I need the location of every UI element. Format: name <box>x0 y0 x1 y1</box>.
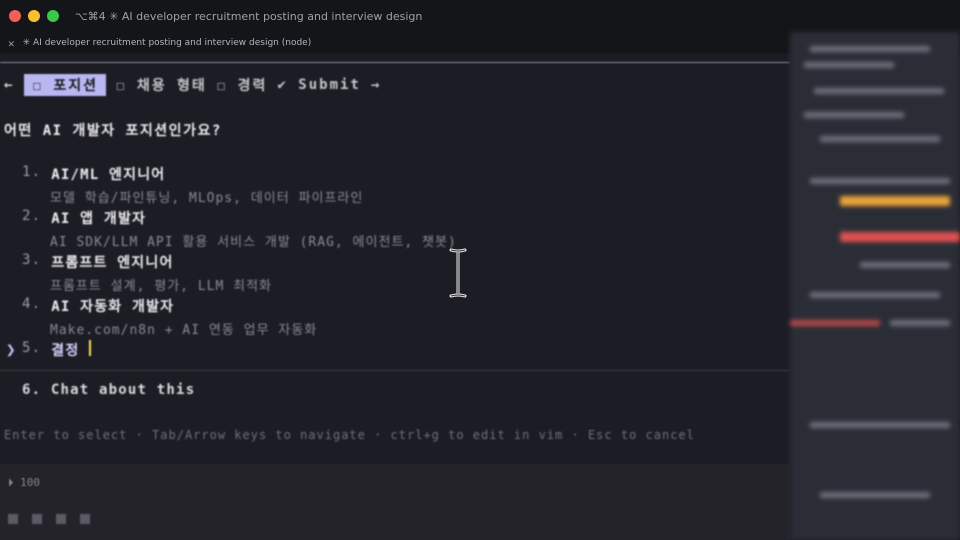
option-number: 1. <box>22 164 42 180</box>
option-prompt-engineer[interactable]: 3. 프롬프트 엔지니어 프롬프트 설계, 평가, LLM 최적화 <box>22 252 457 296</box>
option-description: Make.com/n8n + AI 연동 업무 자동화 <box>50 323 318 338</box>
option-number: 4. <box>22 296 42 312</box>
tab-label: 채용 형태 <box>136 78 207 94</box>
app-icon[interactable] <box>32 514 42 524</box>
option-ml-engineer[interactable]: 1. AI/ML 엔지니어 모델 학습/파인튜닝, MLOps, 데이터 파이프… <box>22 164 457 208</box>
close-tab-icon[interactable]: ✕ <box>8 37 15 50</box>
blurred-text-line <box>804 62 894 68</box>
highlight-bar-red <box>840 232 960 242</box>
blurred-text-line <box>810 46 930 52</box>
highlight-bar-orange <box>840 196 950 206</box>
options-list: 1. AI/ML 엔지니어 모델 학습/파인튜닝, MLOps, 데이터 파이프… <box>6 164 457 384</box>
option-ai-app-developer[interactable]: 2. AI 앱 개발자 AI SDK/LLM API 활용 서비스 개발 (RA… <box>22 208 457 252</box>
text-cursor <box>89 340 92 356</box>
option-number: 2. <box>22 208 42 224</box>
option-title: AI/ML 엔지니어 <box>51 167 166 183</box>
app-icon[interactable] <box>56 514 66 524</box>
window-controls <box>9 10 59 22</box>
divider <box>0 370 790 371</box>
question-nav: ← ☐ 포지션 ☐ 채용 형태 ☐ 경력 ✔ Submit → <box>4 74 381 96</box>
blurred-text-line <box>820 492 930 498</box>
option-title: AI 앱 개발자 <box>51 211 147 227</box>
status-text: ⏵ 100 <box>8 476 40 489</box>
forward-arrow-icon[interactable]: → <box>371 77 381 93</box>
app-icon[interactable] <box>8 514 18 524</box>
blurred-text-line <box>810 422 950 428</box>
checkbox-icon: ☐ <box>115 78 127 94</box>
mouse-ibeam-cursor-icon <box>449 248 467 298</box>
blurred-text-line <box>820 136 940 142</box>
terminal-pane[interactable]: ← ☐ 포지션 ☐ 채용 형태 ☐ 경력 ✔ Submit → 어떤 AI 개발… <box>0 54 790 464</box>
bottom-icons <box>8 514 90 524</box>
app-icon[interactable] <box>80 514 90 524</box>
blurred-text-line <box>814 88 944 94</box>
option-description: 프롬프트 설계, 평가, LLM 최적화 <box>50 279 273 294</box>
tab-label: 포지션 <box>53 78 98 94</box>
terminal-window: ⌥⌘4 ✳ AI developer recruitment posting a… <box>0 0 960 540</box>
option-description: 모델 학습/파인튜닝, MLOps, 데이터 파이프라인 <box>50 191 364 206</box>
submit-tab[interactable]: ✔ Submit <box>277 77 360 93</box>
option-title: AI 자동화 개발자 <box>51 299 175 315</box>
highlight-bar-red <box>790 320 880 326</box>
maximize-window-button[interactable] <box>47 10 59 22</box>
question-text: 어떤 AI 개발자 포지션인가요? <box>4 123 222 139</box>
blurred-text-line <box>810 178 950 184</box>
close-window-button[interactable] <box>9 10 21 22</box>
tab-position[interactable]: ☐ 포지션 <box>24 74 106 96</box>
window-shortcut: ⌥⌘4 <box>75 9 106 23</box>
keyboard-hint: Enter to select · Tab/Arrow keys to navi… <box>4 428 695 442</box>
blurred-text-line <box>860 262 950 268</box>
blurred-text-line <box>890 320 950 326</box>
option-description: AI SDK/LLM API 활용 서비스 개발 (RAG, 에이전트, 챗봇) <box>50 235 457 250</box>
option-ai-automation-developer[interactable]: 4. AI 자동화 개발자 Make.com/n8n + AI 연동 업무 자동… <box>22 296 457 340</box>
option-title: 결정 <box>51 343 80 359</box>
divider <box>0 62 790 63</box>
selection-pointer-icon: ❯ <box>6 340 16 359</box>
option-custom-input[interactable]: ❯ 5. 결정 <box>6 340 457 384</box>
tab-title[interactable]: ✳ AI developer recruitment posting and i… <box>23 38 312 48</box>
tab-employment-type[interactable]: ☐ 채용 형태 <box>116 75 207 95</box>
window-title: ⌥⌘4 ✳ AI developer recruitment posting a… <box>75 10 422 23</box>
option-title: 프롬프트 엔지니어 <box>51 255 174 271</box>
window-title-text: ✳ AI developer recruitment posting and i… <box>109 9 423 23</box>
title-bar: ⌥⌘4 ✳ AI developer recruitment posting a… <box>0 0 960 32</box>
blurred-text-line <box>804 112 904 118</box>
blurred-text-line <box>810 292 940 298</box>
checkbox-icon: ☐ <box>216 78 228 94</box>
back-arrow-icon[interactable]: ← <box>4 77 14 93</box>
option-number: 3. <box>22 252 42 268</box>
status-bar: ⏵ 100 <box>0 464 790 540</box>
chat-about-this-option[interactable]: 6. Chat about this <box>22 382 195 398</box>
tab-experience[interactable]: ☐ 경력 <box>217 75 268 95</box>
background-window <box>790 32 960 540</box>
option-number: 5. <box>22 340 42 356</box>
minimize-window-button[interactable] <box>28 10 40 22</box>
checkbox-icon: ☐ <box>32 78 43 94</box>
tab-label: 경력 <box>237 78 268 94</box>
